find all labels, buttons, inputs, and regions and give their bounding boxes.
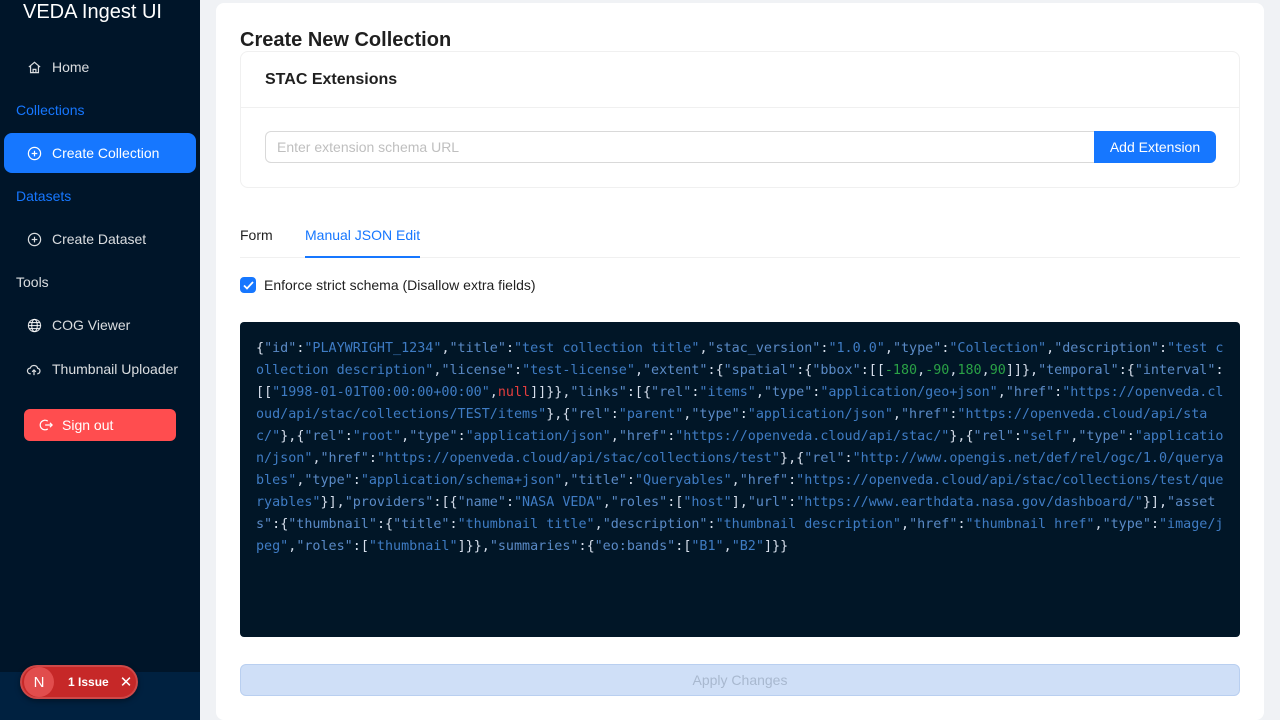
apply-changes-button[interactable]: Apply Changes (240, 664, 1240, 696)
stac-extensions-card: STAC Extensions Add Extension (240, 51, 1240, 188)
nav-item-cog-viewer-label: COG Viewer (52, 317, 131, 333)
extension-url-input[interactable] (265, 131, 1095, 163)
stac-extensions-title: STAC Extensions (265, 70, 398, 88)
nav-item-create-dataset[interactable]: Create Dataset (4, 219, 196, 259)
issues-badge[interactable]: N 1 Issue ✕ (20, 665, 138, 699)
editor-tabs: Form Manual JSON Edit (240, 213, 1240, 258)
sidebar: VEDA Ingest UI Home Collections Create C… (0, 0, 200, 720)
plus-circle-icon (26, 145, 42, 161)
nav-group-datasets[interactable]: Datasets (16, 186, 71, 206)
home-icon (26, 59, 42, 75)
nav-item-thumbnail-uploader[interactable]: Thumbnail Uploader (4, 349, 196, 389)
json-editor[interactable]: {"id":"PLAYWRIGHT_1234","title":"test co… (240, 322, 1240, 637)
main-content: Create New Collection STAC Extensions Ad… (216, 3, 1264, 720)
page-title: Create New Collection (240, 29, 452, 51)
sign-out-label: Sign out (62, 417, 114, 433)
app-title: VEDA Ingest UI (23, 1, 162, 23)
sign-out-button[interactable]: Sign out (24, 409, 176, 441)
nav-group-tools[interactable]: Tools (16, 272, 49, 292)
close-icon[interactable]: ✕ (120, 673, 133, 691)
nav-item-create-collection-label: Create Collection (52, 145, 160, 161)
dev-tools-logo[interactable]: N (24, 667, 54, 697)
nav-item-create-collection[interactable]: Create Collection (4, 133, 196, 173)
plus-circle-icon (26, 231, 42, 247)
stac-extensions-header: STAC Extensions (241, 52, 1239, 108)
logout-icon (38, 417, 54, 433)
nav-item-home[interactable]: Home (4, 47, 196, 87)
nav-item-thumbnail-uploader-label: Thumbnail Uploader (52, 361, 179, 377)
add-extension-button[interactable]: Add Extension (1094, 131, 1216, 163)
strict-schema-toggle[interactable]: Enforce strict schema (Disallow extra fi… (240, 277, 536, 293)
nav-item-home-label: Home (52, 59, 90, 75)
cloud-upload-icon (26, 361, 42, 377)
strict-schema-label: Enforce strict schema (Disallow extra fi… (264, 277, 536, 293)
tab-form[interactable]: Form (240, 213, 273, 258)
issues-count[interactable]: 1 Issue (68, 675, 109, 689)
strict-schema-checkbox[interactable] (240, 277, 256, 293)
tab-manual-json-edit[interactable]: Manual JSON Edit (305, 213, 421, 258)
nav-item-create-dataset-label: Create Dataset (52, 231, 147, 247)
nav-item-cog-viewer[interactable]: COG Viewer (4, 305, 196, 345)
globe-icon (26, 317, 42, 333)
nav-group-collections[interactable]: Collections (16, 100, 84, 120)
